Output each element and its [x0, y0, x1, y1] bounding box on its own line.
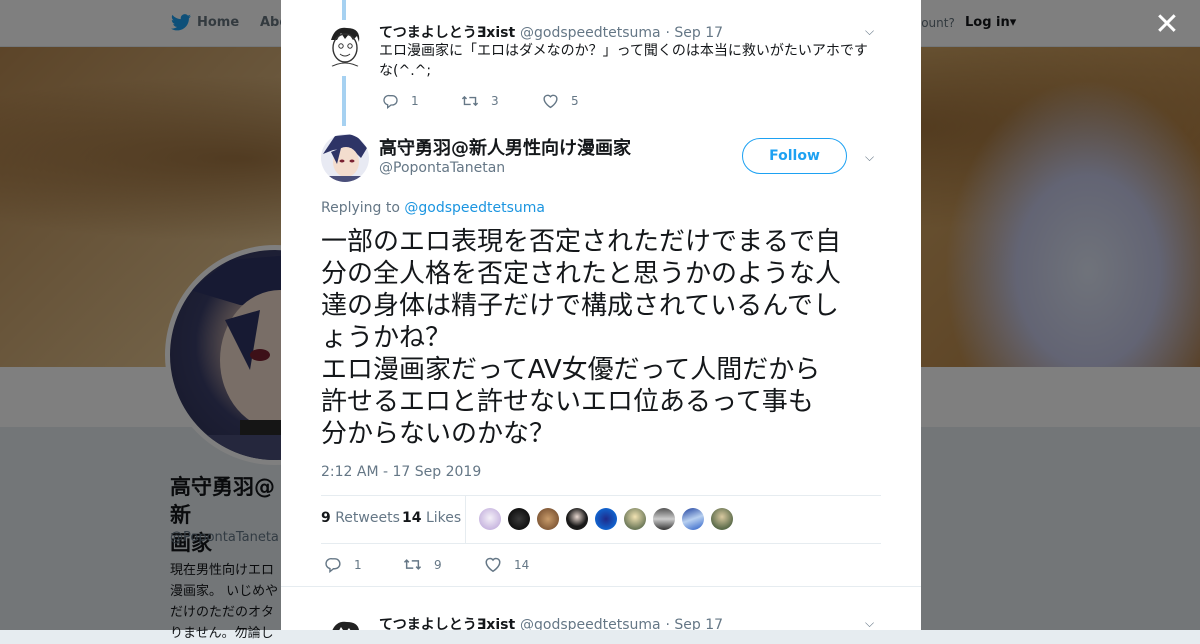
retweet-count: 3: [491, 94, 499, 108]
retweet-button[interactable]: 9: [403, 556, 442, 573]
retweet-button[interactable]: 3: [461, 93, 499, 109]
tweet-text: エロ漫画家に「エロはダメなのか？」って聞くのは本当に救いがたいアホです な(^.…: [379, 41, 874, 81]
avatar[interactable]: [321, 22, 369, 70]
retweet-stat[interactable]: 9 Retweets: [321, 510, 400, 526]
retweet-stat-count: 9: [321, 510, 331, 526]
tweet-author[interactable]: てつまよしとうƎxist @godspeedtetsuma · Sep 17: [379, 22, 723, 42]
thread-line: [342, 0, 346, 20]
tweet-text-line: エロ漫画家に「エロはダメなのか？」って聞くのは本当に救いがたいアホです: [379, 43, 868, 59]
like-button[interactable]: 14: [484, 556, 529, 573]
tweet-text-line: な(^.^;: [379, 63, 432, 79]
retweet-count: 9: [434, 557, 442, 572]
avatar-illustration: [321, 134, 369, 182]
tweet-date[interactable]: · Sep 17: [666, 25, 724, 41]
heart-icon: [543, 94, 558, 109]
liker-avatar[interactable]: [595, 508, 617, 530]
like-stat[interactable]: 14 Likes: [402, 510, 461, 526]
reply-button[interactable]: 1: [383, 93, 419, 109]
chevron-down-icon[interactable]: ⌵: [865, 150, 874, 165]
tweet-author-handle[interactable]: @PopontaTanetan: [379, 160, 505, 176]
avatar[interactable]: [321, 616, 369, 630]
tweet-timestamp[interactable]: 2:12 AM - 17 Sep 2019: [321, 464, 481, 480]
reply-count: 1: [354, 557, 362, 572]
stats-divider: [465, 496, 466, 543]
tweet-text-line: ょうかね？: [321, 323, 452, 353]
heart-icon: [485, 557, 501, 573]
avatar-sketch: [321, 616, 369, 630]
reply-button[interactable]: 1: [325, 556, 362, 573]
like-count: 14: [514, 557, 530, 572]
tweet-modal: てつまよしとうƎxist @godspeedtetsuma · Sep 17 ⌵…: [281, 0, 921, 630]
author-handle[interactable]: @godspeedtetsuma: [520, 617, 661, 630]
avatar[interactable]: [321, 134, 369, 182]
tweet-text-line: 分の全人格を否定されたと思うかのような人: [321, 259, 842, 289]
tweet-text-line: エロ漫画家だってAV女優だって人間だから: [321, 355, 821, 385]
tweet-text-line: 分からないのかな？: [321, 419, 556, 449]
avatar-sketch: [321, 22, 369, 70]
liker-avatar[interactable]: [537, 508, 559, 530]
tweet-text-line: 一部のエロ表現を否定されただけでまるで自: [321, 227, 842, 257]
reply-count: 1: [411, 94, 419, 108]
reply-icon: [383, 94, 398, 109]
liker-avatar[interactable]: [566, 508, 588, 530]
like-stat-label: Likes: [425, 510, 462, 526]
reply-icon: [325, 558, 341, 573]
tweet-text: 一部のエロ表現を否定されただけでまるで自 分の全人格を否定されたと思うかのような…: [321, 226, 886, 450]
retweet-icon: [403, 559, 422, 570]
close-icon[interactable]: ✕: [1154, 10, 1180, 40]
tweet-date[interactable]: · Sep 17: [666, 617, 724, 630]
author-handle[interactable]: @godspeedtetsuma: [520, 25, 661, 41]
like-button[interactable]: 5: [542, 93, 579, 109]
replying-to: Replying to @godspeedtetsuma: [321, 200, 545, 216]
replying-to-link[interactable]: @godspeedtetsuma: [404, 200, 545, 216]
chevron-down-icon[interactable]: ⌵: [865, 24, 874, 39]
author-name[interactable]: てつまよしとうƎxist: [379, 25, 515, 41]
liker-avatar[interactable]: [711, 508, 733, 530]
chevron-down-icon[interactable]: ⌵: [865, 616, 874, 630]
divider: [281, 586, 921, 587]
liker-avatar[interactable]: [624, 508, 646, 530]
author-name[interactable]: てつまよしとうƎxist: [379, 617, 515, 630]
tweet-text-line: 達の身体は精子だけで構成されているんでし: [321, 291, 839, 321]
tweet-author[interactable]: てつまよしとうƎxist @godspeedtetsuma · Sep 17: [379, 614, 723, 630]
liker-avatar[interactable]: [479, 508, 501, 530]
liker-avatar[interactable]: [682, 508, 704, 530]
follow-button[interactable]: Follow: [742, 138, 847, 174]
like-stat-count: 14: [402, 510, 422, 526]
thread-line: [342, 76, 346, 126]
retweet-stat-label: Retweets: [335, 510, 400, 526]
retweet-icon: [461, 95, 479, 107]
liker-avatar[interactable]: [653, 508, 675, 530]
replying-to-label: Replying to: [321, 200, 405, 216]
liker-avatar[interactable]: [508, 508, 530, 530]
tweet-text-line: 許せるエロと許せないエロ位あるって事も: [321, 387, 814, 417]
tweet-author-name[interactable]: 高守勇羽@新人男性向け漫画家: [379, 134, 631, 160]
like-count: 5: [571, 94, 579, 108]
tweet-stats: 9 Retweets 14 Likes: [321, 495, 881, 544]
